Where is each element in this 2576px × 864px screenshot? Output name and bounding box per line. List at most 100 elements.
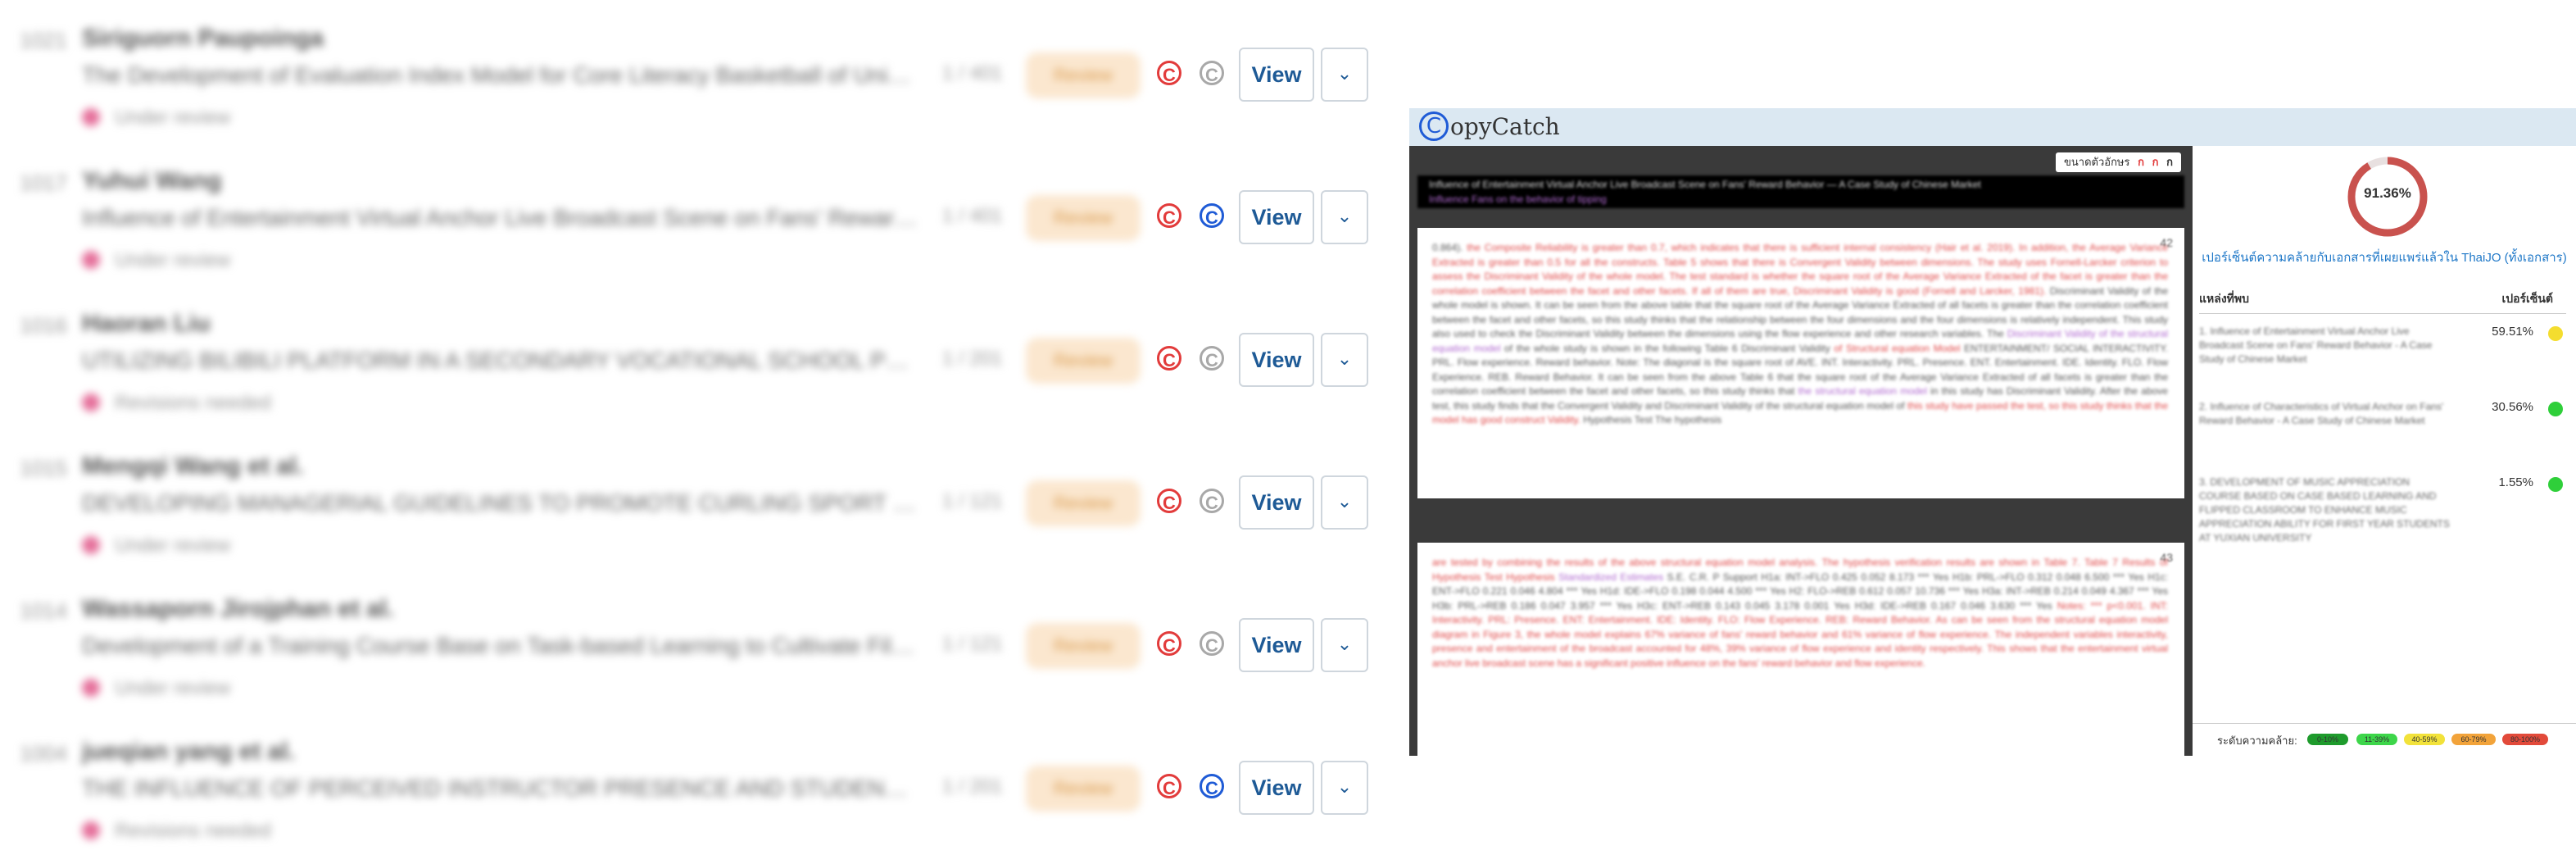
submission-row: 1016 Haoran Liu UTILIZING BILIBILI PLATFOR…	[0, 285, 1393, 428]
document-page-text: are tested by combining the results of t…	[1417, 543, 2184, 671]
document-viewer[interactable]: ขนาดตัวอักษร ก ก ก Influence of Entertai…	[1409, 146, 2193, 756]
submission-id: 1016	[20, 313, 67, 338]
submission-status: Revisions needed	[115, 392, 271, 414]
status-icon	[82, 108, 100, 126]
review-badge[interactable]: Review	[1026, 623, 1141, 669]
submission-status: Under review	[115, 107, 231, 129]
source-percent: 59.51%	[2492, 325, 2533, 339]
source-title[interactable]: 2. Influence of Characteristics of Virtu…	[2199, 400, 2453, 428]
chevron-down-icon[interactable]: ⌄	[1321, 48, 1368, 102]
text-run: of the whole study is shown in the follo…	[1500, 342, 1834, 354]
submission-author: Haoran Liu	[82, 310, 211, 337]
column-percent: เปอร์เซ็นต์	[2501, 292, 2553, 305]
chevron-down-icon[interactable]: ⌄	[1321, 618, 1368, 672]
copycatch-status-icon[interactable]: C	[1200, 774, 1224, 798]
submission-status: Under review	[115, 677, 231, 699]
legend-item: 0-10%	[2307, 734, 2348, 745]
view-button[interactable]: View	[1239, 761, 1314, 815]
status-icon	[82, 251, 100, 269]
legend-label: ระดับความคล้าย:	[2217, 734, 2297, 747]
submission-title[interactable]: UTILIZING BILIBILI PLATFORM IN A SECONDA…	[82, 348, 918, 374]
copycatch-red-icon[interactable]: C	[1157, 774, 1181, 798]
legend-item: 80-100%	[2502, 734, 2548, 745]
submission-title[interactable]: DEVELOPING MANAGERIAL GUIDELINES TO PROM…	[82, 490, 918, 516]
submission-author: Siriguorn Paupoinga	[82, 25, 324, 52]
view-button[interactable]: View	[1239, 190, 1314, 244]
submission-title[interactable]: THE INFLUENCE OF PERCEIVED INSTRUCTOR PR…	[82, 775, 918, 802]
document-page-text: 0.864). the Composite Reliability is gre…	[1417, 228, 2184, 428]
copycatch-red-icon[interactable]: C	[1157, 346, 1181, 371]
similarity-level-dot	[2548, 326, 2563, 341]
submission-id: 1004	[20, 741, 67, 766]
column-source: แหล่งที่พบ	[2199, 292, 2250, 305]
copycatch-red-icon[interactable]: C	[1157, 203, 1181, 228]
copycatch-logo-text: opyCatch	[1450, 113, 1560, 140]
submission-row: 1021 Siriguorn Paupoinga The Development o…	[0, 0, 1393, 143]
view-button[interactable]: View	[1239, 618, 1314, 672]
view-button[interactable]: View	[1239, 475, 1314, 530]
review-badge[interactable]: Review	[1026, 52, 1141, 98]
font-size-medium-button[interactable]: ก	[2152, 156, 2159, 168]
copycatch-status-icon[interactable]: C	[1200, 631, 1224, 656]
font-size-large-button[interactable]: ก	[2166, 156, 2173, 168]
copycatch-status-icon[interactable]: C	[1200, 489, 1224, 513]
submission-row: 1004 jueqian yang et al. THE INFLUENCE OF …	[0, 713, 1393, 856]
review-badge[interactable]: Review	[1026, 766, 1141, 812]
document-header-sub: Influence Fans on the behavior of tippin…	[1429, 193, 1607, 205]
chevron-down-icon[interactable]: ⌄	[1321, 190, 1368, 244]
copycatch-header: C opyCatch	[1409, 108, 2576, 146]
chevron-down-icon[interactable]: ⌄	[1321, 333, 1368, 387]
submission-title[interactable]: Influence of Entertainment Virtual Ancho…	[82, 205, 918, 231]
copycatch-status-icon[interactable]: C	[1200, 203, 1224, 228]
review-badge[interactable]: Review	[1026, 338, 1141, 384]
submission-status: Under review	[115, 249, 231, 271]
similarity-level-dot	[2548, 477, 2563, 492]
status-icon	[82, 679, 100, 697]
similarity-level-dot	[2548, 402, 2563, 416]
copycatch-status-icon[interactable]: C	[1200, 346, 1224, 371]
review-badge[interactable]: Review	[1026, 480, 1141, 526]
source-title[interactable]: 3. DEVELOPMENT OF MUSIC APPRECIATION COU…	[2199, 475, 2453, 545]
status-icon	[82, 393, 100, 412]
submission-author: Mengqi Wang et al.	[82, 452, 304, 480]
submission-title[interactable]: The Development of Evaluation Index Mode…	[82, 62, 918, 89]
source-percent: 30.56%	[2492, 400, 2533, 414]
review-badge[interactable]: Review	[1026, 195, 1141, 241]
copycatch-red-icon[interactable]: C	[1157, 631, 1181, 656]
submission-id: 1017	[20, 171, 67, 195]
submission-row: 1015 Mengqi Wang et al. DEVELOPING MANAGER…	[0, 428, 1393, 571]
submission-pages: 1 / 401	[942, 205, 1003, 227]
status-icon	[82, 536, 100, 554]
chevron-down-icon[interactable]: ⌄	[1321, 475, 1368, 530]
submission-status: Revisions needed	[115, 820, 271, 842]
submission-title[interactable]: Development of a Training Course Base on…	[82, 633, 918, 659]
document-header-strip: Influence of Entertainment Virtual Ancho…	[1417, 175, 2184, 208]
view-button[interactable]: View	[1239, 333, 1314, 387]
submission-id: 1021	[20, 28, 67, 52]
chevron-down-icon[interactable]: ⌄	[1321, 761, 1368, 815]
source-percent: 1.55%	[2498, 475, 2533, 489]
sources-header: แหล่งที่พบ เปอร์เซ็นต์	[2199, 284, 2566, 314]
copycatch-red-icon[interactable]: C	[1157, 489, 1181, 513]
source-title[interactable]: 1. Influence of Entertainment Virtual An…	[2199, 325, 2453, 366]
matched-text: Standardized Estimates	[1558, 571, 1664, 583]
submission-row: 1014 Wassaporn Jirojphan et al. Developmen…	[0, 571, 1393, 713]
submission-pages: 1 / 201	[942, 348, 1003, 370]
view-button[interactable]: View	[1239, 48, 1314, 102]
submission-author: Yuhui Wang	[82, 167, 222, 194]
overall-similarity-link[interactable]: เปอร์เซ็นต์ความคล้ายกับเอกสารที่เผยแพร่แ…	[2193, 248, 2576, 267]
submission-status: Under review	[115, 534, 231, 557]
submission-author: jueqian yang et al.	[82, 738, 296, 765]
text-run: 0.864).	[1432, 242, 1467, 253]
submission-pages: 1 / 201	[942, 775, 1003, 798]
font-size-small-button[interactable]: ก	[2138, 156, 2144, 168]
copycatch-status-icon[interactable]: C	[1200, 61, 1224, 85]
copycatch-red-icon[interactable]: C	[1157, 61, 1181, 85]
submission-row: 1017 Yuhui Wang Influence of Entertainment…	[0, 143, 1393, 285]
legend-item: 40-59%	[2404, 734, 2445, 745]
text-run: Hypothesis Test The hypothesis	[1580, 414, 1722, 425]
document-page-1: 42 0.864). the Composite Reliability is …	[1417, 228, 2184, 498]
legend-item: 60-79%	[2451, 734, 2496, 745]
matched-text: of Structural equation Model	[1834, 342, 1961, 354]
overall-percent: 91.36%	[2364, 185, 2411, 201]
